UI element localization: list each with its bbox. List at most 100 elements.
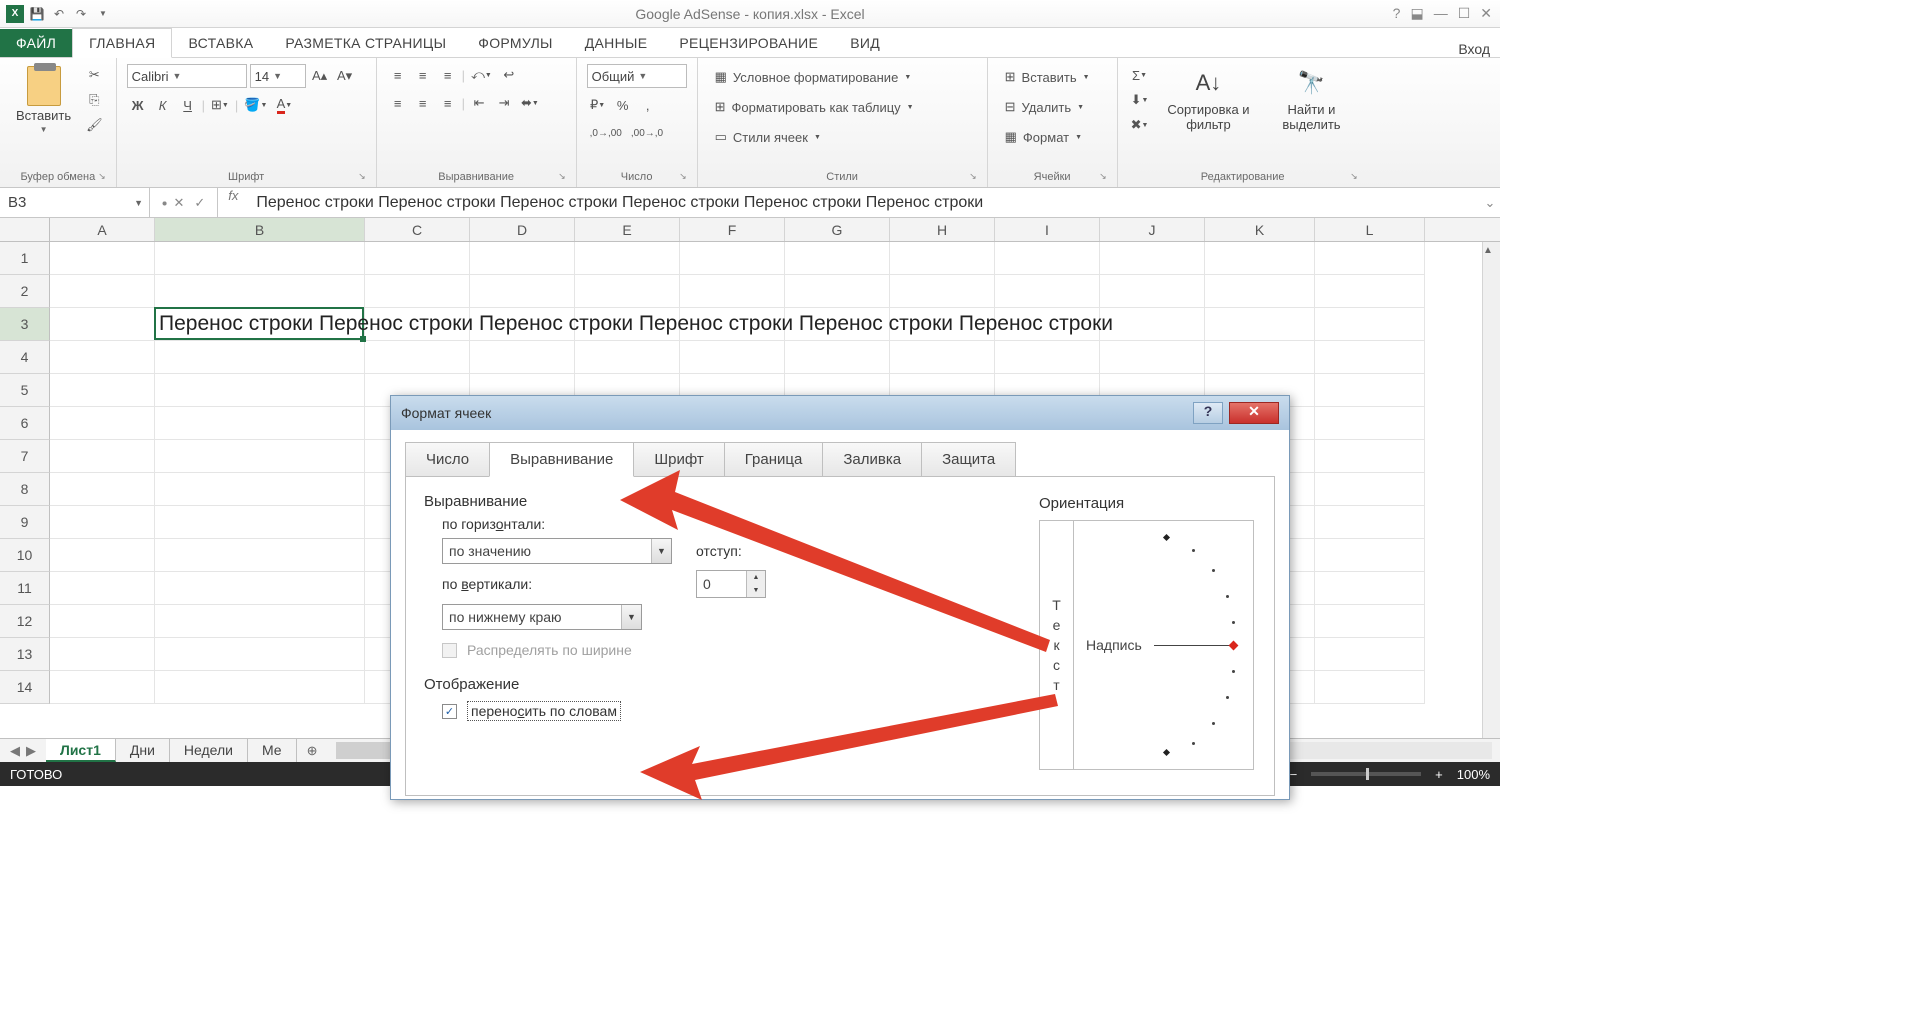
paste-button[interactable]: Вставить ▼ bbox=[10, 64, 77, 136]
percent-icon[interactable]: % bbox=[612, 94, 634, 116]
cell[interactable] bbox=[50, 473, 155, 506]
select-all-corner[interactable] bbox=[0, 218, 50, 241]
tab-view[interactable]: ВИД bbox=[834, 29, 896, 57]
cell[interactable] bbox=[995, 341, 1100, 374]
cell[interactable] bbox=[1100, 275, 1205, 308]
cell-styles-button[interactable]: ▭Стили ячеек▼ bbox=[708, 124, 828, 150]
signin-link[interactable]: Вход bbox=[1458, 41, 1500, 57]
close-icon[interactable]: ✕ bbox=[1480, 5, 1492, 22]
cell[interactable] bbox=[1205, 242, 1315, 275]
save-icon[interactable]: 💾 bbox=[28, 5, 46, 23]
cell[interactable] bbox=[1315, 242, 1425, 275]
format-cells-button[interactable]: ▦Формат▼ bbox=[998, 124, 1089, 150]
row-header[interactable]: 1 bbox=[0, 242, 50, 275]
row-header[interactable]: 3 bbox=[0, 308, 50, 341]
cell[interactable] bbox=[470, 341, 575, 374]
row-header[interactable]: 10 bbox=[0, 539, 50, 572]
tab-home[interactable]: ГЛАВНАЯ bbox=[72, 28, 172, 58]
dialog-help-button[interactable]: ? bbox=[1193, 402, 1223, 424]
cell[interactable] bbox=[155, 638, 365, 671]
tab-review[interactable]: РЕЦЕНЗИРОВАНИЕ bbox=[663, 29, 834, 57]
cell[interactable] bbox=[995, 275, 1100, 308]
cell[interactable] bbox=[575, 275, 680, 308]
expand-formula-icon[interactable]: ⌄ bbox=[1480, 188, 1500, 217]
cell[interactable] bbox=[785, 308, 890, 341]
sheet-nav-prev-icon[interactable]: ◀ bbox=[10, 743, 20, 759]
cell[interactable] bbox=[155, 506, 365, 539]
zoom-out-icon[interactable]: − bbox=[1290, 767, 1298, 782]
dialog-tab-border[interactable]: Граница bbox=[724, 442, 824, 477]
cell[interactable] bbox=[995, 242, 1100, 275]
cell[interactable] bbox=[50, 308, 155, 341]
cell[interactable] bbox=[155, 341, 365, 374]
help-icon[interactable]: ? bbox=[1393, 5, 1401, 22]
column-header[interactable]: D bbox=[470, 218, 575, 241]
cell[interactable] bbox=[1315, 440, 1425, 473]
column-header[interactable]: A bbox=[50, 218, 155, 241]
font-color-button[interactable]: A▼ bbox=[273, 94, 295, 116]
dialog-tab-fill[interactable]: Заливка bbox=[822, 442, 922, 477]
thousand-sep-icon[interactable]: , bbox=[637, 94, 659, 116]
cell[interactable] bbox=[155, 275, 365, 308]
spin-up-icon[interactable]: ▲ bbox=[747, 571, 765, 584]
tab-page-layout[interactable]: РАЗМЕТКА СТРАНИЦЫ bbox=[269, 29, 462, 57]
cell[interactable] bbox=[155, 473, 365, 506]
tab-insert[interactable]: ВСТАВКА bbox=[172, 29, 269, 57]
undo-icon[interactable]: ↶ bbox=[50, 5, 68, 23]
row-header[interactable]: 13 bbox=[0, 638, 50, 671]
conditional-formatting-button[interactable]: ▦Условное форматирование▼ bbox=[708, 64, 919, 90]
autosum-icon[interactable]: Σ▼ bbox=[1129, 64, 1151, 86]
column-header[interactable]: B bbox=[155, 218, 365, 241]
cell[interactable] bbox=[50, 539, 155, 572]
cell[interactable] bbox=[890, 308, 995, 341]
spin-down-icon[interactable]: ▼ bbox=[747, 584, 765, 597]
cell[interactable] bbox=[50, 341, 155, 374]
borders-button[interactable]: ⊞▼ bbox=[208, 94, 232, 116]
cell[interactable] bbox=[1315, 605, 1425, 638]
increase-font-icon[interactable]: A▴ bbox=[309, 65, 331, 87]
column-header[interactable]: J bbox=[1100, 218, 1205, 241]
cell[interactable] bbox=[155, 242, 365, 275]
zoom-slider[interactable] bbox=[1311, 772, 1421, 776]
cell[interactable] bbox=[365, 341, 470, 374]
clear-icon[interactable]: ✖▼ bbox=[1128, 114, 1152, 136]
row-header[interactable]: 14 bbox=[0, 671, 50, 704]
cell[interactable] bbox=[1315, 539, 1425, 572]
row-header[interactable]: 9 bbox=[0, 506, 50, 539]
increase-indent-icon[interactable]: ⇥ bbox=[493, 92, 515, 114]
confirm-entry-icon[interactable]: ✓ bbox=[194, 195, 205, 211]
orientation-icon[interactable]: ⤺▼ bbox=[468, 64, 495, 86]
cell[interactable] bbox=[155, 539, 365, 572]
cell[interactable] bbox=[155, 407, 365, 440]
dialog-tab-protection[interactable]: Защита bbox=[921, 442, 1016, 477]
cell[interactable] bbox=[680, 275, 785, 308]
fill-icon[interactable]: ⬇▼ bbox=[1128, 89, 1152, 111]
align-top-icon[interactable]: ≡ bbox=[387, 64, 409, 86]
cell[interactable] bbox=[50, 638, 155, 671]
insert-function-icon[interactable]: fx bbox=[218, 188, 248, 217]
cell[interactable] bbox=[50, 506, 155, 539]
cell[interactable] bbox=[1205, 341, 1315, 374]
indent-spinner[interactable]: 0 ▲▼ bbox=[696, 570, 766, 598]
row-header[interactable]: 6 bbox=[0, 407, 50, 440]
cell[interactable] bbox=[1100, 242, 1205, 275]
dialog-tab-alignment[interactable]: Выравнивание bbox=[489, 442, 634, 477]
dialog-tab-font[interactable]: Шрифт bbox=[633, 442, 724, 477]
cell[interactable] bbox=[155, 440, 365, 473]
minimize-icon[interactable]: — bbox=[1434, 5, 1448, 22]
cell[interactable] bbox=[470, 275, 575, 308]
row-header[interactable]: 12 bbox=[0, 605, 50, 638]
decrease-indent-icon[interactable]: ⇤ bbox=[468, 92, 490, 114]
name-box[interactable]: B3▼ bbox=[0, 188, 150, 217]
qat-dropdown-icon[interactable]: ▼ bbox=[94, 5, 112, 23]
cell[interactable] bbox=[1315, 572, 1425, 605]
cell[interactable] bbox=[575, 341, 680, 374]
cell[interactable] bbox=[1315, 308, 1425, 341]
cell[interactable] bbox=[155, 572, 365, 605]
italic-button[interactable]: К bbox=[152, 94, 174, 116]
column-header[interactable]: F bbox=[680, 218, 785, 241]
cell[interactable] bbox=[50, 605, 155, 638]
cell[interactable] bbox=[50, 407, 155, 440]
cancel-formula-icon[interactable]: ● ● ● bbox=[162, 198, 163, 208]
sort-filter-button[interactable]: A↓ Сортировка и фильтр bbox=[1157, 64, 1259, 134]
